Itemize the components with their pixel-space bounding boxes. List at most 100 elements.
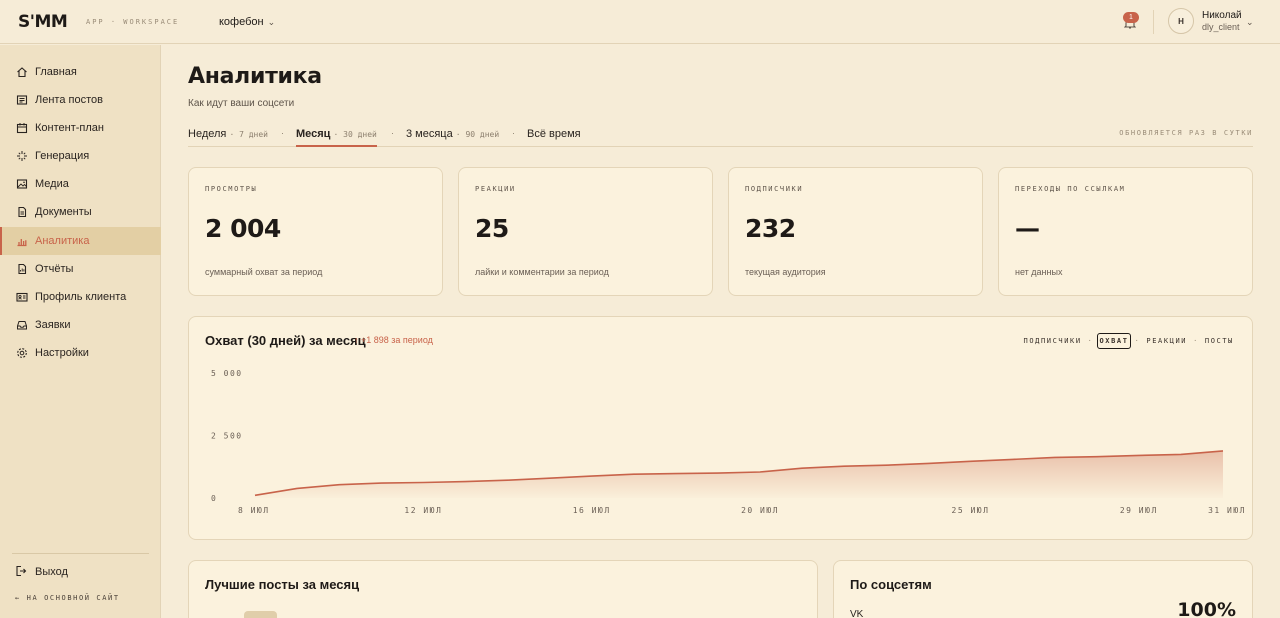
sidebar-item-settings[interactable]: Настройки — [0, 339, 161, 367]
stat-note: суммарный охват за период — [205, 267, 323, 277]
tab-label: Месяц — [296, 128, 331, 140]
sidebar-item-label: Аналитика — [35, 235, 90, 247]
logo[interactable]: S'MM — [18, 12, 68, 32]
x-tick-label: 31 ИЮЛ — [1208, 506, 1246, 515]
y-tick-label: 2 500 — [211, 432, 243, 441]
sidebar-item-label: Главная — [35, 66, 77, 78]
tab-all-time[interactable]: Всё время — [527, 128, 581, 147]
feed-icon — [15, 94, 28, 107]
analytics-icon — [15, 235, 28, 248]
inbox-icon — [15, 319, 28, 332]
network-name: VK — [850, 609, 864, 618]
chevron-down-icon: ⌄ — [1246, 17, 1254, 27]
sidebar-item-documents[interactable]: Документы — [0, 198, 161, 226]
chevron-down-icon: ⌄ — [267, 16, 276, 27]
x-tick-label: 16 ИЮЛ — [573, 506, 611, 515]
stat-value: — — [1015, 214, 1040, 243]
divider — [12, 553, 149, 554]
avatar: Н — [1168, 8, 1194, 34]
tab-label: Всё время — [527, 128, 581, 140]
post-thumbnail[interactable] — [244, 611, 277, 618]
period-tabs: Неделя · 7 дней · Месяц · 30 дней · 3 ме… — [188, 125, 1253, 147]
top-bar: S'MM APP · WORKSPACE кофебон ⌄ 1 Н Никол… — [0, 0, 1280, 44]
home-icon — [15, 66, 28, 79]
section-title: По соцсетям — [850, 577, 932, 592]
x-tick-label: 8 ИЮЛ — [238, 506, 270, 515]
document-icon — [15, 206, 28, 219]
separator-dot: · — [512, 128, 515, 138]
sidebar-item-requests[interactable]: Заявки — [0, 311, 161, 339]
reach-chart: 5 000 2 500 0 8 ИЮЛ 12 ИЮЛ 16 ИЮЛ 20 ИЮЛ 25 ИЮЛ… — [211, 369, 1246, 515]
image-icon — [15, 178, 28, 191]
sidebar-item-home[interactable]: Главная — [0, 58, 161, 86]
calendar-icon — [15, 122, 28, 135]
gear-icon — [15, 347, 28, 360]
tab-meta: 30 дней — [343, 130, 377, 139]
sidebar-item-label: Заявки — [35, 319, 71, 331]
sidebar-item-analytics[interactable]: Аналитика — [0, 227, 161, 255]
series-area — [255, 450, 1223, 498]
top-posts-card: Лучшие посты за месяц — [188, 560, 818, 618]
logout-button[interactable]: Выход — [15, 565, 68, 578]
by-network-card: По соцсетям VK 100% — [833, 560, 1253, 618]
tab-month[interactable]: Месяц · 30 дней — [296, 128, 377, 147]
sidebar: Главная Лента постов Контент-план Генера… — [0, 45, 161, 618]
sparkle-icon — [15, 150, 28, 163]
network-percent: 100% — [1177, 599, 1236, 618]
workspace-select[interactable]: кофебон ⌄ — [219, 16, 275, 28]
page-title: Аналитика — [188, 64, 322, 89]
sidebar-item-label: Настройки — [35, 347, 89, 359]
sidebar-item-label: Документы — [35, 206, 92, 218]
stat-label: ПРОСМОТРЫ — [205, 185, 258, 193]
stat-card-views: ПРОСМОТРЫ 2 004 суммарный охват за перио… — [188, 167, 443, 296]
separator-dot: · — [391, 128, 394, 138]
tab-meta: 90 дней — [465, 130, 500, 139]
stat-card-link-clicks: ПЕРЕХОДЫ ПО ССЫЛКАМ — нет данных — [998, 167, 1253, 296]
notification-count-badge: 1 — [1123, 12, 1139, 23]
stat-note: нет данных — [1015, 267, 1063, 277]
sidebar-item-label: Медиа — [35, 178, 69, 190]
logo-subtitle: APP · WORKSPACE — [86, 18, 180, 26]
stat-card-subscribers: ПОДПИСЧИКИ 232 текущая аудитория — [728, 167, 983, 296]
x-tick-label: 20 ИЮЛ — [741, 506, 779, 515]
sidebar-item-label: Контент-план — [35, 122, 104, 134]
section-title: Лучшие посты за месяц — [205, 577, 360, 592]
sidebar-item-label: Генерация — [35, 150, 90, 162]
sidebar-item-feed[interactable]: Лента постов — [0, 86, 161, 114]
stat-note: текущая аудитория — [745, 267, 826, 277]
profile-card-icon — [15, 291, 28, 304]
logout-icon — [15, 565, 28, 578]
sidebar-item-client-profile[interactable]: Профиль клиента — [0, 283, 161, 311]
tab-label: 3 месяца — [406, 128, 453, 140]
stat-label: ПОДПИСЧИКИ — [745, 185, 804, 193]
divider — [1153, 10, 1154, 34]
sidebar-item-label: Лента постов — [35, 94, 103, 106]
main-site-link[interactable]: ← НА ОСНОВНОЙ САЙТ — [15, 594, 120, 602]
user-role: dly_client — [1202, 21, 1240, 32]
y-tick-label: 5 000 — [211, 369, 243, 378]
stat-note: лайки и комментарии за период — [475, 267, 609, 277]
user-name: Николай — [1202, 10, 1242, 22]
stat-value: 25 — [475, 214, 509, 243]
stat-label: ПЕРЕХОДЫ ПО ССЫЛКАМ — [1015, 185, 1126, 193]
sidebar-item-media[interactable]: Медиа — [0, 170, 161, 198]
tab-3-months[interactable]: 3 месяца · 90 дней — [406, 128, 499, 147]
sidebar-item-label: Отчёты — [35, 263, 74, 275]
update-note: ОБНОВЛЯЕТСЯ РАЗ В СУТКИ — [1119, 129, 1253, 137]
user-menu[interactable]: Н Николай dly_client ⌄ — [1168, 8, 1254, 34]
notifications-button[interactable]: 1 — [1121, 12, 1141, 32]
sidebar-item-content-plan[interactable]: Контент-план — [0, 114, 161, 142]
page-subtitle: Как идут ваши соцсети — [188, 98, 295, 109]
stat-label: РЕАКЦИИ — [475, 185, 516, 193]
logout-label: Выход — [35, 565, 68, 578]
stat-value: 232 — [745, 214, 796, 243]
sidebar-item-generation[interactable]: Генерация — [0, 142, 161, 170]
reach-chart-card: Охват (30 дней) за месяц ↑ +1 898 за пер… — [188, 316, 1253, 540]
stat-value: 2 004 — [205, 214, 281, 243]
sidebar-item-reports[interactable]: Отчёты — [0, 255, 161, 283]
tab-week[interactable]: Неделя · 7 дней — [188, 128, 268, 147]
tab-label: Неделя — [188, 128, 227, 140]
workspace-name: кофебон — [219, 16, 264, 28]
x-tick-label: 12 ИЮЛ — [404, 506, 442, 515]
separator-dot: · — [281, 128, 284, 138]
